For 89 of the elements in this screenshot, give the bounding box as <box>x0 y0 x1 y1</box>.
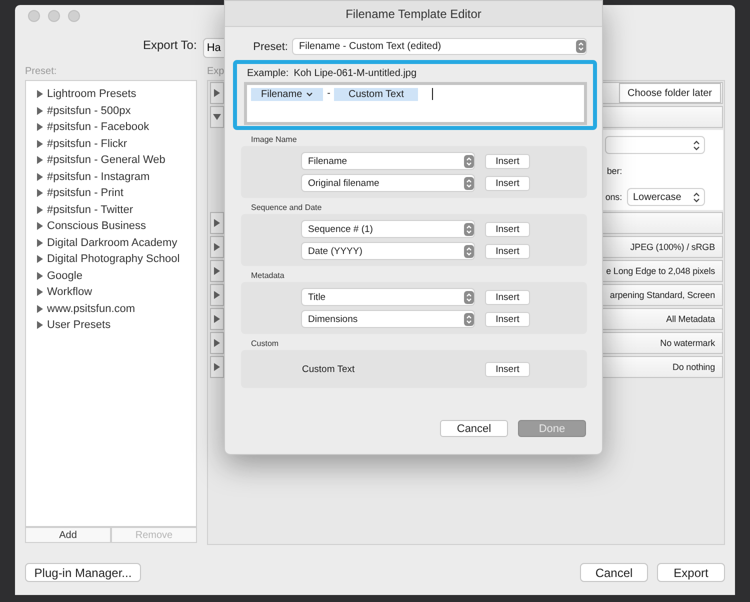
preset-label: Preset: <box>252 40 288 52</box>
token-dropdown[interactable]: Sequence # (1) <box>302 221 474 237</box>
group-title: Custom <box>251 339 279 348</box>
preset-folder[interactable]: #psitsfun - Instagram <box>26 168 196 185</box>
disclosure-button[interactable] <box>210 356 224 378</box>
updown-chevron-icon <box>693 192 700 202</box>
preset-folder[interactable]: www.psitsfun.com <box>26 300 196 317</box>
separator-text: - <box>327 88 330 99</box>
choose-folder-button[interactable]: Choose folder later <box>618 83 721 103</box>
cancel-button[interactable]: Cancel <box>440 420 508 437</box>
add-button[interactable]: Add <box>25 527 111 543</box>
field-label: ber: <box>606 166 622 176</box>
token-dropdown[interactable]: Filename <box>302 153 474 169</box>
section-summary: JPEG (100%) / sRGB <box>630 242 715 252</box>
template-field[interactable]: Filename - Custom Text <box>244 82 587 125</box>
preset-folder[interactable]: Digital Darkroom Academy <box>26 234 196 251</box>
preset-folder[interactable]: Conscious Business <box>26 218 196 234</box>
template-token[interactable]: Filename <box>251 88 324 101</box>
example-label: Example: <box>247 68 289 79</box>
section-summary: All Metadata <box>666 314 715 324</box>
updown-chevron-icon <box>576 40 586 53</box>
preset-folder[interactable]: #psitsfun - Twitter <box>26 202 196 218</box>
preset-folder[interactable]: Digital Photography School <box>26 251 196 268</box>
updown-chevron-icon <box>464 222 474 236</box>
disclosure-button[interactable] <box>210 82 224 104</box>
token-dropdown[interactable]: Date (YYYY) <box>302 243 474 259</box>
export-to-label: Export To: <box>143 38 197 52</box>
updown-chevron-icon <box>464 176 474 190</box>
disclosure-button[interactable] <box>210 236 224 258</box>
export-button[interactable]: Export <box>657 563 725 582</box>
insert-button[interactable]: Insert <box>485 290 530 304</box>
group-title: Sequence and Date <box>251 203 322 212</box>
text-caret <box>432 88 433 100</box>
disclosure-button[interactable] <box>210 308 224 330</box>
disclosure-button[interactable] <box>210 260 224 282</box>
preset-folder[interactable]: Google <box>26 268 196 284</box>
template-token[interactable]: Custom Text <box>334 88 418 101</box>
disclosure-button[interactable] <box>210 106 224 128</box>
disclosure-button[interactable] <box>210 212 224 234</box>
triangle-right-icon <box>213 291 221 299</box>
dialog-title: Filename Template Editor <box>346 6 482 20</box>
insert-button[interactable]: Insert <box>485 244 530 258</box>
preset-folder[interactable]: #psitsfun - Facebook <box>26 119 196 136</box>
group-title: Image Name <box>251 135 297 144</box>
triangle-right-icon <box>213 89 221 97</box>
preset-folder[interactable]: #psitsfun - 500px <box>26 102 196 119</box>
preset-folder[interactable]: #psitsfun - General Web <box>26 152 196 168</box>
section-summary: No watermark <box>660 338 715 348</box>
section-summary: arpening Standard, Screen <box>610 290 715 300</box>
insert-button[interactable]: Insert <box>485 362 530 376</box>
updown-chevron-icon <box>464 312 474 326</box>
triangle-down-icon <box>213 113 221 121</box>
field-label: ons: <box>605 192 622 202</box>
preset-folder[interactable]: #psitsfun - Flickr <box>26 136 196 152</box>
preset-label: Preset: <box>25 66 57 77</box>
token-dropdown[interactable]: Dimensions <box>302 311 474 327</box>
section-summary: e Long Edge to 2,048 pixels <box>606 266 715 276</box>
insert-button[interactable]: Insert <box>485 312 530 326</box>
preset-folder[interactable]: User Presets <box>26 317 196 334</box>
updown-chevron-icon <box>464 244 474 258</box>
insert-button[interactable]: Insert <box>485 154 530 168</box>
triangle-right-icon <box>213 243 221 251</box>
settings-label: Exp <box>207 66 224 77</box>
group-title: Metadata <box>251 271 284 280</box>
custom-text-label: Custom Text <box>302 364 356 374</box>
triangle-right-icon <box>213 267 221 275</box>
updown-chevron-icon <box>464 154 474 168</box>
token-dropdown[interactable]: Original filename <box>302 175 474 191</box>
dropdown[interactable]: Lowercase <box>627 188 705 206</box>
updown-chevron-icon <box>693 140 700 150</box>
preset-folder[interactable]: Lightroom Presets <box>26 86 196 102</box>
plugin-manager-button[interactable]: Plug-in Manager... <box>25 563 141 582</box>
triangle-right-icon <box>213 339 221 347</box>
example-filename: Koh Lipe-061-M-untitled.jpg <box>294 68 417 79</box>
insert-button[interactable]: Insert <box>485 176 530 190</box>
cancel-button[interactable]: Cancel <box>580 563 648 582</box>
disclosure-button[interactable] <box>210 332 224 354</box>
preset-folder[interactable]: #psitsfun - Print <box>26 185 196 202</box>
triangle-right-icon <box>213 219 221 227</box>
triangle-right-icon <box>213 315 221 323</box>
disclosure-button[interactable] <box>210 284 224 306</box>
preset-folder[interactable]: Workflow <box>26 284 196 300</box>
chevron-down-icon <box>306 92 314 97</box>
preset-dropdown[interactable]: Filename - Custom Text (edited) <box>293 39 586 54</box>
updown-chevron-icon <box>464 290 474 304</box>
insert-button[interactable]: Insert <box>485 222 530 236</box>
triangle-right-icon <box>213 363 221 371</box>
token-dropdown[interactable]: Title <box>302 289 474 305</box>
section-summary: Do nothing <box>672 362 715 372</box>
